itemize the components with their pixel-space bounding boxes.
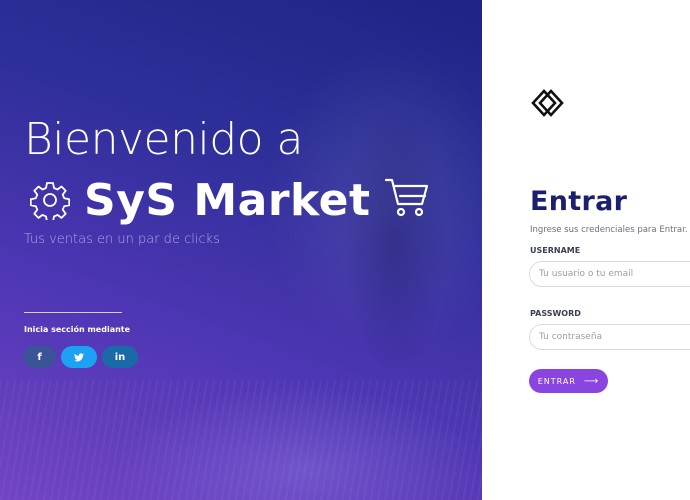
social-buttons: f in bbox=[23, 346, 138, 368]
cart-icon bbox=[384, 178, 428, 217]
brand-name: SyS Market bbox=[84, 174, 371, 226]
username-input[interactable] bbox=[529, 261, 690, 287]
divider bbox=[24, 312, 122, 313]
linkedin-icon: in bbox=[114, 351, 126, 363]
brand-row: SyS Market bbox=[30, 170, 431, 230]
twitter-button[interactable] bbox=[61, 346, 97, 368]
hero-tagline: Tus ventas en un par de clicks bbox=[24, 232, 220, 247]
social-login-label: Inicia sección mediante bbox=[24, 325, 131, 334]
facebook-icon: f bbox=[37, 351, 42, 363]
hero-title: Bienvenido a bbox=[24, 114, 304, 165]
twitter-icon bbox=[74, 352, 84, 361]
username-label: USERNAME bbox=[530, 246, 581, 255]
login-panel: Entrar Ingrese sus credenciales para Ent… bbox=[482, 0, 690, 500]
facebook-button[interactable]: f bbox=[23, 346, 56, 368]
login-title: Entrar bbox=[530, 186, 628, 217]
arrow-right-icon: ⟶ bbox=[583, 375, 600, 387]
password-input[interactable] bbox=[529, 324, 690, 350]
submit-label: ENTRAR bbox=[537, 376, 576, 386]
login-submit-button[interactable]: ENTRAR ⟶ bbox=[529, 369, 608, 393]
diamond-logo-icon bbox=[531, 89, 564, 117]
gear-icon bbox=[30, 182, 70, 220]
linkedin-button[interactable]: in bbox=[102, 346, 138, 368]
hero-panel: Bienvenido a SyS Market Tus ventas en un… bbox=[0, 0, 482, 500]
password-label: PASSWORD bbox=[530, 309, 581, 318]
login-subtitle: Ingrese sus credenciales para Entrar. bbox=[530, 225, 688, 235]
